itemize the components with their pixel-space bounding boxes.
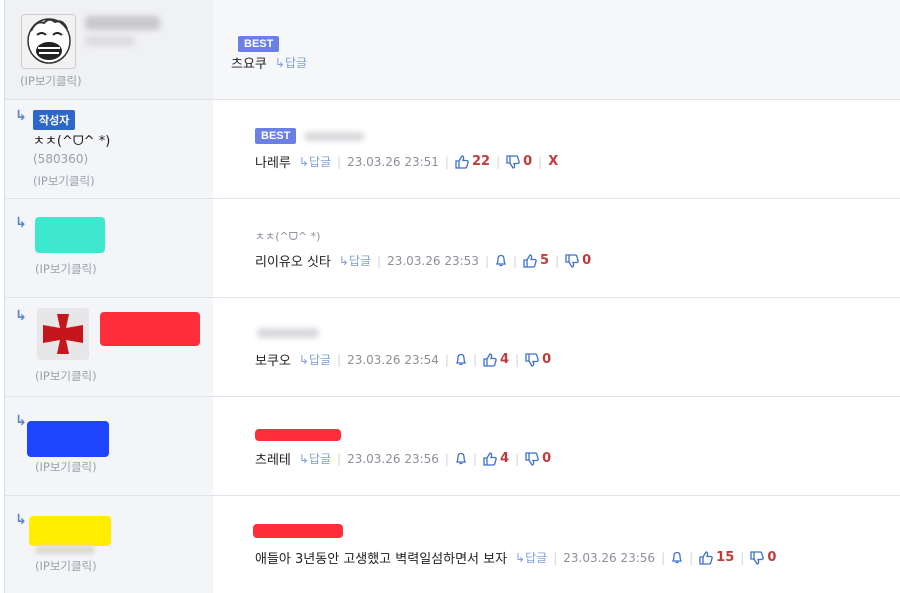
comment-text: 보쿠오 (255, 354, 291, 369)
quote-nickname: ㅊㅊ(^ᗜ^ *) (255, 230, 321, 243)
reply-button[interactable]: ↳답글 (299, 153, 331, 170)
redacted-count (85, 36, 135, 46)
ip-view-link[interactable]: (IP보기클릭) (35, 459, 97, 475)
comment-text: 츠레테 (255, 453, 291, 468)
comment-body: ㅊㅊ(^ᗜ^ *) 리이유오 싯타 ↳답글 | 23.03.26 23:53 |… (213, 199, 900, 297)
redacted-quote (304, 131, 365, 141)
reply-button[interactable]: ↳답글 (339, 252, 371, 269)
redacted-quote (253, 524, 343, 538)
avatar[interactable] (21, 14, 76, 69)
best-badge: BEST (238, 36, 280, 52)
comment-author-panel: (IP보기클릭) (5, 0, 213, 99)
author-badge: 작성자 (33, 110, 76, 130)
bell-icon[interactable] (671, 551, 683, 564)
ip-view-link[interactable]: (IP보기클릭) (35, 368, 97, 384)
comment-author-panel: ↳ (IP보기클릭) (5, 397, 213, 495)
thumbs-down-icon[interactable] (565, 253, 579, 268)
reply-button[interactable]: ↳답글 (299, 351, 331, 368)
upvote-count: 4 (500, 352, 510, 367)
comment-text: 츠요쿠 (231, 57, 267, 72)
redacted-avatar (35, 217, 105, 253)
comment-body: BEST 나레루 ↳답글 | 23.03.26 23:51 | 22 | 0 | (213, 100, 900, 198)
ip-view-link[interactable]: (IP보기클릭) (20, 73, 82, 89)
comment-body: BEST 츠요쿠 ↳답글 (213, 0, 900, 99)
upvote-count: 5 (540, 253, 550, 268)
comment-date: 23.03.26 23:51 (347, 154, 439, 169)
thumbs-up-icon[interactable] (523, 253, 537, 268)
redacted-nickname (85, 16, 160, 30)
comment-date: 23.03.26 23:56 (347, 451, 439, 466)
delete-button[interactable]: X (548, 154, 558, 169)
avatar-face-icon (22, 15, 75, 68)
downvote-count: 0 (542, 352, 552, 367)
comment-row: ↳ (IP보기클릭) 츠레테 ↳답글 | 23.03.26 23:56 | | … (5, 397, 900, 496)
thumbs-down-icon[interactable] (525, 451, 539, 466)
thumbs-down-icon[interactable] (525, 352, 539, 367)
thumbs-down-icon[interactable] (506, 154, 520, 169)
ip-view-link[interactable]: (IP보기클릭) (35, 261, 97, 277)
reply-arrow-icon: ↳ (15, 413, 27, 429)
redacted-avatar (27, 421, 109, 457)
thumbs-up-icon[interactable] (483, 352, 497, 367)
redacted-count (35, 546, 95, 554)
reply-button[interactable]: ↳답글 (515, 549, 547, 566)
avatar[interactable] (37, 308, 89, 360)
comment-row: ↳ (IP보기클릭) 보쿠오 ↳답글 | 23.03.26 23:54 | | … (5, 298, 900, 397)
upvote-count: 15 (716, 550, 735, 565)
comment-author-panel: ↳ (IP보기클릭) (5, 298, 213, 396)
comment-row: ↳ (IP보기클릭) 애들아 3년동안 고생했고 벽력일섬하면서 보자 ↳답글 … (5, 496, 900, 593)
upvote-count: 22 (471, 154, 491, 169)
comment-body: 애들아 3년동안 고생했고 벽력일섬하면서 보자 ↳답글 | 23.03.26 … (213, 496, 900, 593)
downvote-count: 0 (542, 451, 552, 466)
comment-date: 23.03.26 23:53 (387, 253, 479, 268)
comment-row: (IP보기클릭) BEST 츠요쿠 ↳답글 (5, 0, 900, 100)
nickname[interactable]: ㅊㅊ(^ᗜ^ *) (33, 130, 110, 149)
comment-text: 나레루 (255, 156, 291, 171)
cross-pattee-icon (37, 308, 89, 360)
bell-icon[interactable] (455, 353, 467, 366)
reply-button[interactable]: ↳답글 (299, 450, 331, 467)
comment-body: 츠레테 ↳답글 | 23.03.26 23:56 | | 4 | 0 (213, 397, 900, 495)
comment-body: 보쿠오 ↳답글 | 23.03.26 23:54 | | 4 | 0 (213, 298, 900, 396)
thumbs-down-icon[interactable] (750, 550, 765, 565)
comment-author-panel: ↳ (IP보기클릭) (5, 199, 213, 297)
thumbs-up-icon[interactable] (483, 451, 497, 466)
redacted-quote (255, 429, 341, 441)
reply-arrow-icon: ↳ (15, 308, 27, 324)
redacted-nickname (100, 312, 200, 346)
redacted-avatar (29, 516, 111, 546)
ip-view-link[interactable]: (IP보기클릭) (35, 558, 97, 574)
downvote-count: 0 (767, 550, 777, 565)
reply-arrow-icon: ↳ (15, 512, 27, 528)
thumbs-up-icon[interactable] (455, 154, 469, 169)
comment-text: 애들아 3년동안 고생했고 벽력일섬하면서 보자 (255, 552, 508, 567)
thumbs-up-icon[interactable] (699, 550, 713, 565)
comment-date: 23.03.26 23:56 (563, 550, 656, 565)
reply-arrow-icon: ↳ (15, 215, 27, 231)
comment-list: (IP보기클릭) BEST 츠요쿠 ↳답글 ↳ 작성자 ㅊㅊ(^ᗜ^ *) (5… (4, 0, 900, 593)
bell-icon[interactable] (455, 452, 467, 465)
comment-row: ↳ (IP보기클릭) ㅊㅊ(^ᗜ^ *) 리이유오 싯타 ↳답글 | 23.03… (5, 199, 900, 298)
best-badge: BEST (255, 128, 297, 144)
comment-date: 23.03.26 23:54 (347, 352, 439, 367)
comment-author-panel: ↳ (IP보기클릭) (5, 496, 213, 593)
comment-author-panel: ↳ 작성자 ㅊㅊ(^ᗜ^ *) (580360) (IP보기클릭) (5, 100, 213, 198)
bell-icon[interactable] (495, 254, 507, 267)
redacted-quote (257, 328, 319, 338)
comment-row: ↳ 작성자 ㅊㅊ(^ᗜ^ *) (580360) (IP보기클릭) BEST 나… (5, 100, 900, 199)
downvote-count: 0 (523, 154, 533, 169)
downvote-count: 0 (582, 253, 592, 268)
comment-text: 리이유오 싯타 (255, 255, 331, 270)
reply-button[interactable]: ↳답글 (275, 54, 307, 71)
reply-arrow-icon: ↳ (15, 108, 27, 124)
post-count: (580360) (33, 152, 89, 166)
upvote-count: 4 (500, 451, 510, 466)
ip-view-link[interactable]: (IP보기클릭) (33, 173, 95, 189)
